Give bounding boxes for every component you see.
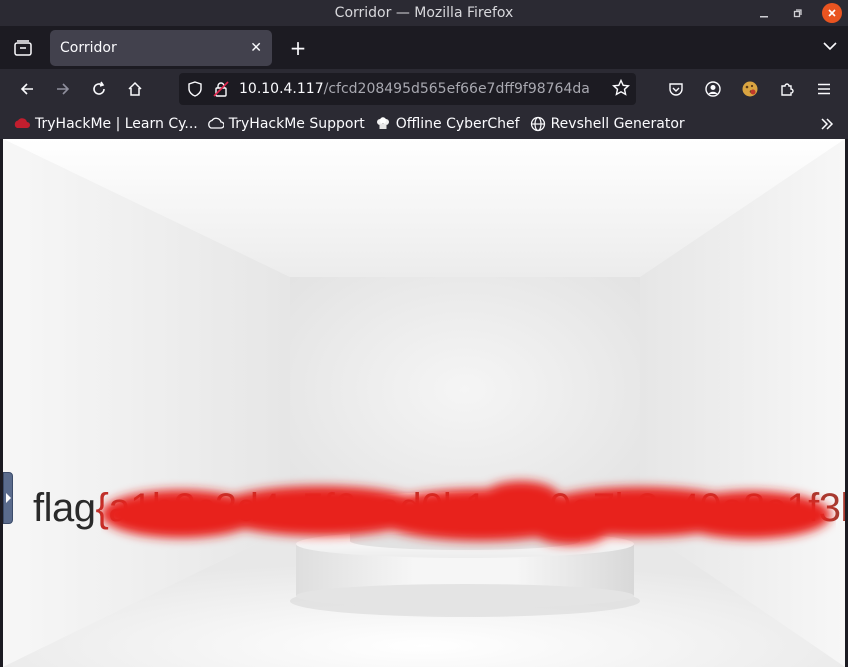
close-icon: [828, 9, 836, 17]
bookmark-star-icon[interactable]: [612, 79, 630, 97]
window-titlebar: Corridor — Mozilla Firefox: [0, 0, 848, 26]
window-controls: [754, 3, 842, 23]
puzzle-icon: [780, 83, 794, 96]
cloud-icon: [207, 116, 224, 132]
flag-open-brace: {: [95, 486, 109, 530]
firefox-view-button[interactable]: [0, 26, 46, 69]
url-path: /cfcd208495d565ef66e7dff9f98764da: [323, 81, 590, 97]
window-title: Corridor — Mozilla Firefox: [334, 5, 514, 21]
maximize-button[interactable]: [788, 3, 808, 23]
forward-arrow-icon: [57, 83, 70, 95]
bookmark-offline-cyberchef[interactable]: Offline CyberChef: [375, 116, 520, 132]
new-tab-button[interactable]: +: [280, 30, 316, 66]
app-menu-button[interactable]: [807, 73, 840, 105]
bookmark-label: TryHackMe Support: [228, 116, 365, 132]
tab-close-icon[interactable]: ✕: [250, 40, 262, 56]
close-window-button[interactable]: [822, 3, 842, 23]
url-bar[interactable]: 10.10.4.117/cfcd208495d565ef66e7dff9f987…: [179, 73, 636, 105]
tab-strip: Corridor ✕ +: [0, 26, 848, 69]
chef-hat-icon: [375, 116, 391, 132]
sidebar-handle[interactable]: [3, 472, 13, 524]
back-arrow-icon: [20, 83, 33, 95]
bookmark-tryhackme-support[interactable]: TryHackMe Support: [207, 116, 365, 132]
minimize-icon: [760, 16, 768, 18]
page-content: flag{a1b2c3d4e5f6ead0b1c5e9a7b3c40a8e1f3…: [3, 139, 845, 667]
url-host: 10.10.4.117: [239, 81, 324, 97]
insecure-lock-icon[interactable]: [213, 81, 229, 97]
bookmarks-overflow-chevron-icon[interactable]: [818, 115, 836, 133]
list-all-tabs-icon[interactable]: [822, 38, 838, 54]
extensions-button[interactable]: [770, 73, 803, 105]
restore-icon: [793, 9, 802, 18]
pocket-icon: [668, 83, 683, 96]
account-button[interactable]: [696, 73, 729, 105]
cookie-extension-button[interactable]: [733, 73, 766, 105]
bookmark-revshell-generator[interactable]: Revshell Generator: [530, 116, 685, 132]
toolbar-actions: [659, 73, 840, 105]
hamburger-menu-icon: [817, 83, 830, 95]
back-button[interactable]: [9, 73, 45, 105]
reload-icon: [93, 81, 105, 95]
account-icon: [704, 81, 721, 97]
cookie-icon: [742, 81, 757, 97]
bookmark-label: TryHackMe | Learn Cy...: [35, 116, 198, 132]
bookmarks-toolbar: TryHackMe | Learn Cy... TryHackMe Suppor…: [0, 109, 848, 139]
pocket-button[interactable]: [659, 73, 692, 105]
bookmark-label: Revshell Generator: [550, 116, 685, 132]
flag-text: flag{a1b2c3d4e5f6ead0b1c5e9a7b3c40a8e1f3…: [33, 486, 845, 531]
tryhackme-icon: [14, 116, 30, 132]
bookmark-label: Offline CyberChef: [395, 116, 520, 132]
minimize-button[interactable]: [754, 3, 774, 23]
navigation-toolbar: 10.10.4.117/cfcd208495d565ef66e7dff9f987…: [0, 69, 848, 109]
home-icon: [128, 81, 142, 96]
url-text: 10.10.4.117/cfcd208495d565ef66e7dff9f987…: [239, 81, 590, 97]
flag-value: a1b2c3d4e5f6ead0b1c5e9a7b3c40a8e1f3b: [108, 486, 845, 530]
bookmark-tryhackme[interactable]: TryHackMe | Learn Cy...: [14, 116, 198, 132]
globe-icon: [530, 116, 546, 132]
white-room-background: [3, 139, 845, 667]
tab-corridor[interactable]: Corridor ✕: [50, 29, 272, 66]
reload-button[interactable]: [81, 73, 117, 105]
firefox-view-icon: [14, 39, 32, 56]
tracking-protection-shield-icon[interactable]: [187, 81, 203, 97]
home-button[interactable]: [117, 73, 153, 105]
forward-button[interactable]: [45, 73, 81, 105]
tab-label: Corridor: [60, 39, 117, 56]
flag-prefix: flag: [33, 486, 96, 530]
